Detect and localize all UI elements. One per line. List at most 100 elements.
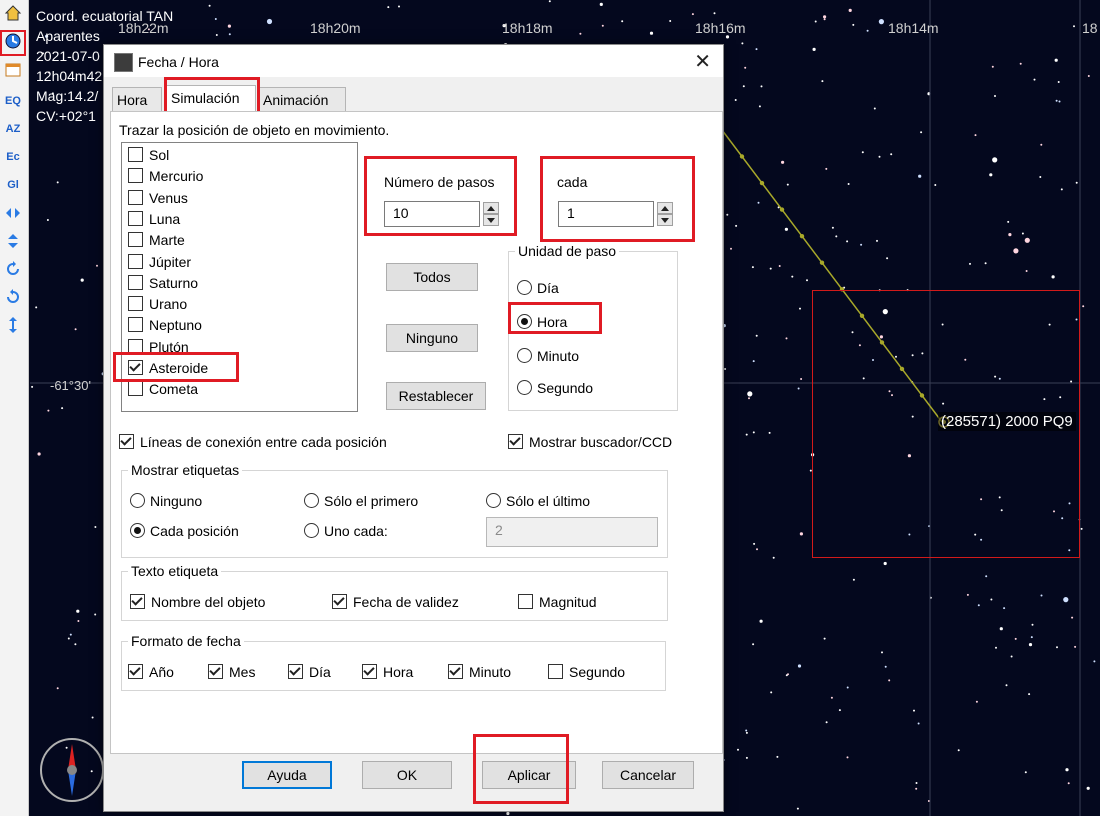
label-text-option[interactable]: Nombre del objeto — [130, 594, 265, 610]
checkbox-icon — [128, 381, 143, 397]
label-option-text: Cada posición — [150, 523, 239, 539]
unit-option[interactable]: Día — [517, 280, 559, 296]
steps-spinner[interactable]: 10 — [384, 201, 480, 227]
info-line: Aparentes — [36, 28, 100, 44]
instruction-text: Trazar la posición de objeto en movimien… — [119, 122, 390, 138]
reset-button[interactable]: Restablecer — [386, 382, 486, 410]
date-format-option[interactable]: Mes — [208, 664, 255, 680]
date-format-option[interactable]: Día — [288, 664, 331, 680]
target-label[interactable]: (285571) 2000 PQ9 — [938, 412, 1076, 431]
checkbox-icon — [128, 168, 143, 184]
object-list-item[interactable]: Júpiter — [128, 253, 191, 270]
object-label: Saturno — [149, 274, 199, 291]
checkbox-icon — [508, 434, 523, 449]
object-list-item[interactable]: Saturno — [128, 274, 199, 291]
none-button[interactable]: Ninguno — [386, 324, 478, 352]
connect-lines-option[interactable]: Líneas de conexión entre cada posición — [119, 434, 387, 450]
date-format-option[interactable]: Año — [128, 664, 174, 680]
object-list-item[interactable]: Plutón — [128, 338, 189, 355]
checkbox-icon — [128, 232, 143, 248]
every-spinner[interactable]: 1 — [558, 201, 654, 227]
label-text-option[interactable]: Magnitud — [518, 594, 597, 610]
checkbox-icon — [119, 434, 134, 449]
tab-hora[interactable]: Hora — [112, 87, 162, 112]
object-label: Neptuno — [149, 317, 202, 334]
steps-spinner-buttons[interactable] — [483, 202, 499, 226]
label-text-option[interactable]: Fecha de validez — [332, 594, 459, 610]
object-list-item[interactable]: Mercurio — [128, 168, 203, 184]
datetime-icon[interactable] — [0, 30, 26, 56]
label-option[interactable]: Uno cada: — [304, 523, 388, 539]
home-icon[interactable] — [2, 4, 24, 26]
object-list-item[interactable]: Venus — [128, 189, 188, 206]
vertical-arrows-icon[interactable] — [2, 316, 24, 338]
checkbox-icon — [548, 664, 563, 679]
radio-icon — [486, 493, 501, 508]
checkbox-icon — [518, 594, 533, 609]
steps-label: Número de pasos — [384, 174, 495, 190]
all-button[interactable]: Todos — [386, 263, 478, 291]
uno-cada-input[interactable]: 2 — [486, 517, 658, 547]
label-option[interactable]: Ninguno — [130, 493, 202, 509]
unit-option[interactable]: Hora — [517, 314, 567, 330]
checkbox-icon — [128, 253, 143, 269]
every-label: cada — [557, 174, 588, 190]
show-finder-option[interactable]: Mostrar buscador/CCD — [508, 434, 672, 450]
object-list-item[interactable]: Urano — [128, 296, 187, 312]
label-text-group: Texto etiqueta Nombre del objeto Fecha d… — [121, 563, 668, 621]
date-format-option[interactable]: Hora — [362, 664, 413, 680]
every-up-arrow-icon[interactable] — [657, 202, 673, 214]
close-icon[interactable]: ✕ — [694, 49, 711, 74]
rotate-counterclockwise-icon[interactable] — [2, 288, 24, 310]
steps-down-arrow-icon[interactable] — [483, 214, 499, 226]
calendar-icon[interactable] — [2, 60, 24, 82]
radio-icon — [130, 493, 145, 508]
label-option-text: Sólo el último — [506, 493, 591, 509]
label-option[interactable]: Sólo el primero — [304, 493, 418, 509]
label-option-text: Sólo el primero — [324, 493, 419, 509]
tab-simulacion[interactable]: Simulación — [166, 85, 256, 112]
flip-horizontal-icon[interactable] — [2, 204, 24, 226]
date-format-label: Minuto — [469, 664, 512, 680]
toolbar-button-az[interactable]: AZ — [2, 118, 24, 140]
every-down-arrow-icon[interactable] — [657, 214, 673, 226]
ra-label: 18h14m — [888, 20, 939, 36]
toolbar-button-ec[interactable]: Ec — [2, 146, 24, 168]
date-format-option[interactable]: Minuto — [448, 664, 511, 680]
toolbar-button-gl[interactable]: Gl — [2, 174, 24, 196]
object-list-item[interactable]: Neptuno — [128, 317, 202, 333]
steps-value: 10 — [393, 205, 409, 221]
date-format-label: Año — [149, 664, 174, 680]
object-label: Luna — [149, 210, 181, 227]
cancel-button[interactable]: Cancelar — [602, 761, 694, 789]
app-icon — [114, 53, 133, 72]
checkbox-icon — [288, 664, 303, 679]
tab-animacion[interactable]: Animación — [258, 87, 346, 112]
steps-up-arrow-icon[interactable] — [483, 202, 499, 214]
rotate-clockwise-icon[interactable] — [2, 260, 24, 282]
date-format-option[interactable]: Segundo — [548, 664, 625, 680]
every-spinner-buttons[interactable] — [657, 202, 673, 226]
toolbar-button-eq[interactable]: EQ — [2, 90, 24, 112]
dialog-title: Fecha / Hora — [138, 54, 219, 70]
radio-icon — [517, 348, 532, 363]
help-button[interactable]: Ayuda — [242, 761, 332, 789]
object-list-item[interactable]: Asteroide — [128, 360, 208, 376]
flip-vertical-icon[interactable] — [2, 232, 24, 254]
object-list-item[interactable]: Marte — [128, 232, 185, 248]
object-list-item[interactable]: Cometa — [128, 381, 198, 397]
object-label: Mercurio — [149, 168, 204, 185]
labels-group-label: Mostrar etiquetas — [128, 462, 243, 478]
object-list-item[interactable]: Luna — [128, 210, 181, 227]
ok-button[interactable]: OK — [362, 761, 452, 789]
apply-button[interactable]: Aplicar — [482, 761, 576, 789]
unit-option[interactable]: Segundo — [517, 380, 593, 396]
compass-icon — [40, 738, 104, 802]
date-format-group: Formato de fecha Año Mes Día Hora Minuto… — [121, 633, 666, 691]
dialog-titlebar[interactable]: Fecha / Hora ✕ — [104, 45, 723, 77]
label-option[interactable]: Cada posición — [130, 523, 239, 539]
object-list-item[interactable]: Sol — [128, 147, 169, 163]
label-option[interactable]: Sólo el último — [486, 493, 590, 509]
unit-option[interactable]: Minuto — [517, 348, 579, 364]
radio-icon — [517, 280, 532, 295]
